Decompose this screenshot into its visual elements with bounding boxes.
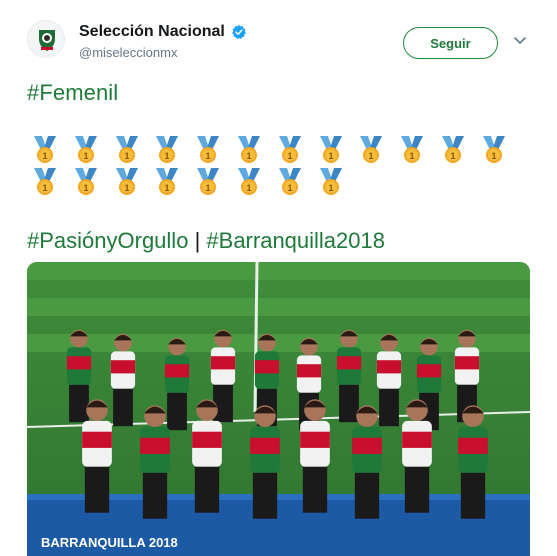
medal-emoji: 1: [192, 134, 233, 166]
name-row: Selección Nacional: [79, 23, 247, 41]
medal-emoji: 1: [355, 134, 396, 166]
tweet-photo[interactable]: BARRANQUILLA 2018: [27, 262, 530, 556]
medal-row: 1 1 1 1 1 1 1 1: [29, 166, 519, 198]
medal-emoji: 1: [151, 134, 192, 166]
medal-emoji: 1: [274, 166, 315, 198]
avatar[interactable]: [27, 20, 65, 58]
medal-emoji-list: 1 1 1 1 1 1 1 1 1 1 1 1 1 1 1 1 1 1 1 1: [29, 134, 519, 198]
medal-emoji: 1: [315, 166, 356, 198]
tweet-card: Selección Nacional @miseleccionmx Seguir…: [0, 0, 557, 556]
follow-button[interactable]: Seguir: [403, 27, 498, 59]
medal-emoji: 1: [233, 166, 274, 198]
medal-emoji: 1: [111, 134, 152, 166]
hashtag-pasionyorgullo[interactable]: #PasiónyOrgullo: [27, 228, 188, 253]
svg-text:1: 1: [287, 151, 292, 161]
medal-emoji: 1: [29, 166, 70, 198]
medal-row: 1 1 1 1 1 1 1 1 1 1 1 1: [29, 134, 519, 166]
display-name[interactable]: Selección Nacional: [79, 23, 225, 41]
svg-text:1: 1: [83, 151, 88, 161]
svg-text:1: 1: [328, 183, 333, 193]
handle[interactable]: @miseleccionmx: [79, 45, 177, 60]
svg-text:1: 1: [328, 151, 333, 161]
svg-text:1: 1: [410, 151, 415, 161]
medal-emoji: 1: [70, 166, 111, 198]
verified-badge-icon: [231, 25, 246, 39]
medal-emoji: 1: [478, 134, 519, 166]
svg-text:1: 1: [206, 183, 211, 193]
svg-text:1: 1: [124, 183, 129, 193]
medal-emoji: 1: [70, 134, 111, 166]
svg-text:1: 1: [246, 151, 251, 161]
svg-text:1: 1: [246, 183, 251, 193]
svg-text:1: 1: [287, 183, 292, 193]
medal-emoji: 1: [29, 134, 70, 166]
svg-text:1: 1: [491, 151, 496, 161]
team-celebration-image: BARRANQUILLA 2018: [27, 262, 530, 556]
medal-emoji: 1: [192, 166, 233, 198]
hashtag-femenil[interactable]: #Femenil: [27, 80, 118, 106]
medal-emoji: 1: [233, 134, 274, 166]
svg-text:1: 1: [42, 151, 47, 161]
podium-text: BARRANQUILLA 2018: [41, 535, 178, 550]
seleccion-crest-icon: [28, 21, 64, 57]
svg-text:1: 1: [450, 151, 455, 161]
svg-text:1: 1: [206, 151, 211, 161]
svg-text:1: 1: [42, 183, 47, 193]
svg-text:1: 1: [124, 151, 129, 161]
hashtag-line: #PasiónyOrgullo | #Barranquilla2018: [27, 228, 385, 254]
svg-text:1: 1: [165, 183, 170, 193]
medal-emoji: 1: [396, 134, 437, 166]
hashtag-barranquilla2018[interactable]: #Barranquilla2018: [206, 228, 385, 253]
chevron-down-icon[interactable]: [513, 36, 527, 46]
medal-emoji: 1: [437, 134, 478, 166]
medal-emoji: 1: [151, 166, 192, 198]
svg-text:1: 1: [83, 183, 88, 193]
medal-emoji: 1: [315, 134, 356, 166]
svg-text:1: 1: [369, 151, 374, 161]
svg-text:1: 1: [165, 151, 170, 161]
separator: |: [194, 228, 201, 253]
medal-emoji: 1: [111, 166, 152, 198]
medal-emoji: 1: [274, 134, 315, 166]
